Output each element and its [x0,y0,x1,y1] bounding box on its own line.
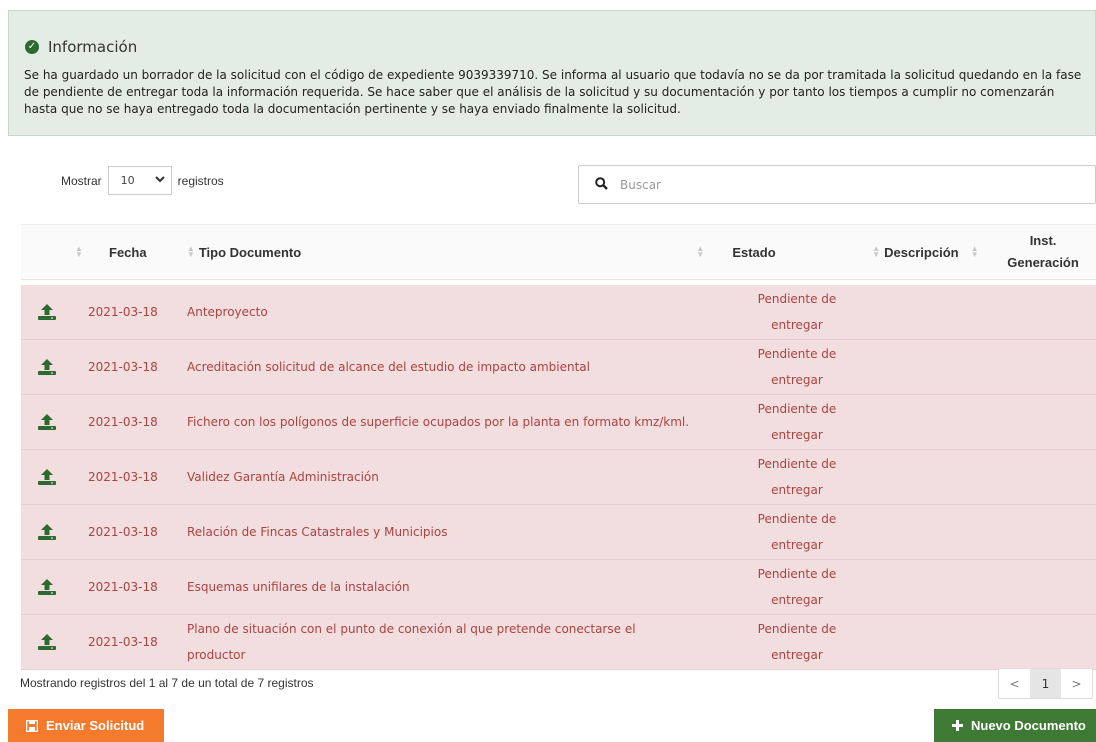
cell-tipo: Anteproyecto [187,305,268,319]
table-body: 2021-03-18 Anteproyecto Pendiente de entr… [21,285,1096,670]
cell-fecha: 2021-03-18 [88,525,158,539]
cell-fecha: 2021-03-18 [88,305,158,319]
header-estado-label: Estado [732,244,776,260]
upload-icon[interactable] [21,578,74,596]
table-row: 2021-03-18 Plano de situación con el pun… [21,615,1096,670]
pagination: < 1 > [998,668,1093,699]
table-row: 2021-03-18 Fichero con los polígonos de … [21,395,1096,450]
cell-estado: Pendiente de entregar [757,457,837,497]
pager-next[interactable]: > [1061,669,1092,698]
cell-estado: Pendiente de entregar [757,347,837,387]
info-alert: ✓ Información Se ha guardado un borrador… [8,10,1096,136]
table-row: 2021-03-18 Esquemas unifilares de la ins… [21,560,1096,615]
search-input[interactable] [620,177,1060,192]
header-fecha[interactable]: Fecha [75,225,187,279]
pager-prev[interactable]: < [999,669,1030,698]
header-fecha-label: Fecha [109,244,147,260]
upload-icon[interactable] [21,303,74,321]
header-tipo[interactable]: ▲ ▼ Tipo Documento [187,225,696,279]
header-icon-col[interactable]: ▲ ▼ [21,225,83,279]
new-document-label: Nuevo Documento [971,718,1086,733]
send-request-button[interactable]: Enviar Solicitud [8,709,164,742]
table-row: 2021-03-18 Anteproyecto Pendiente de entr… [21,285,1096,340]
cell-tipo: Validez Garantía Administración [187,470,379,484]
floppy-icon [26,719,38,732]
cell-tipo: Plano de situación con el punto de conex… [187,622,636,662]
alert-title: ✓ Información [25,38,137,56]
alert-title-text: Información [48,38,138,56]
length-select[interactable]: 10 [107,166,172,195]
upload-icon[interactable] [21,468,74,486]
cell-estado: Pendiente de entregar [757,567,837,607]
length-suffix: registros [177,173,224,188]
sort-icon: ▲ ▼ [186,244,195,259]
search-icon [595,175,620,194]
documents-table: ▲ ▼ Fecha ▲ ▼ Tipo Documento ▲ ▼ Estado ▲ ▼ … [21,224,1096,670]
table-header: ▲ ▼ Fecha ▲ ▼ Tipo Documento ▲ ▼ Estado ▲ ▼ … [21,224,1096,280]
search-box[interactable] [578,165,1096,204]
cell-fecha: 2021-03-18 [88,470,158,484]
length-value: 10 [120,174,135,187]
cell-fecha: 2021-03-18 [88,580,158,594]
table-row: 2021-03-18 Acreditación solicitud de alc… [21,340,1096,395]
table-info: Mostrando registros del 1 al 7 de un tot… [20,676,314,690]
cell-fecha: 2021-03-18 [88,360,158,374]
cell-estado: Pendiente de entregar [757,512,837,552]
upload-icon[interactable] [21,358,74,376]
cell-estado: Pendiente de entregar [757,622,837,662]
header-inst-line2: Generación [1007,255,1079,270]
header-descripcion-label: Descripción [884,244,959,260]
cell-tipo: Esquemas unifilares de la instalación [187,580,410,594]
cell-tipo: Acreditación solicitud de alcance del es… [187,360,590,374]
sort-icon: ▲ ▼ [872,244,881,259]
cell-estado: Pendiente de entregar [757,292,837,332]
send-request-label: Enviar Solicitud [46,718,145,733]
table-row: 2021-03-18 Relación de Fincas Catastrale… [21,505,1096,560]
upload-icon[interactable] [21,413,74,431]
length-control: Mostrar 10 registros [61,166,224,195]
upload-icon[interactable] [21,523,74,541]
plus-icon [952,720,963,731]
new-document-button[interactable]: Nuevo Documento [934,709,1096,742]
length-prefix: Mostrar [61,173,102,188]
header-tipo-label: Tipo Documento [198,244,302,260]
header-inst[interactable]: Inst. Generación [990,225,1096,279]
header-inst-line1: Inst. [1029,233,1057,248]
cell-fecha: 2021-03-18 [88,415,158,429]
check-circle-icon: ✓ [25,40,39,54]
chevron-down-icon [154,175,165,186]
pager-page-1[interactable]: 1 [1030,669,1061,698]
table-row: 2021-03-18 Validez Garantía Administraci… [21,450,1096,505]
alert-text: Se ha guardado un borrador de la solicit… [24,68,1082,116]
cell-fecha: 2021-03-18 [88,635,158,649]
header-descripcion[interactable]: ▲ ▼ Descripción ▲ ▼ [872,225,990,279]
cell-tipo: Fichero con los polígonos de superficie … [187,415,690,429]
sort-icon: ▲ ▼ [696,244,705,259]
header-estado[interactable]: ▲ ▼ Estado [696,225,872,279]
cell-estado: Pendiente de entregar [757,402,837,442]
upload-icon[interactable] [21,633,74,651]
cell-tipo: Relación de Fincas Catastrales y Municip… [187,525,448,539]
sort-icon: ▲ ▼ [970,244,979,259]
